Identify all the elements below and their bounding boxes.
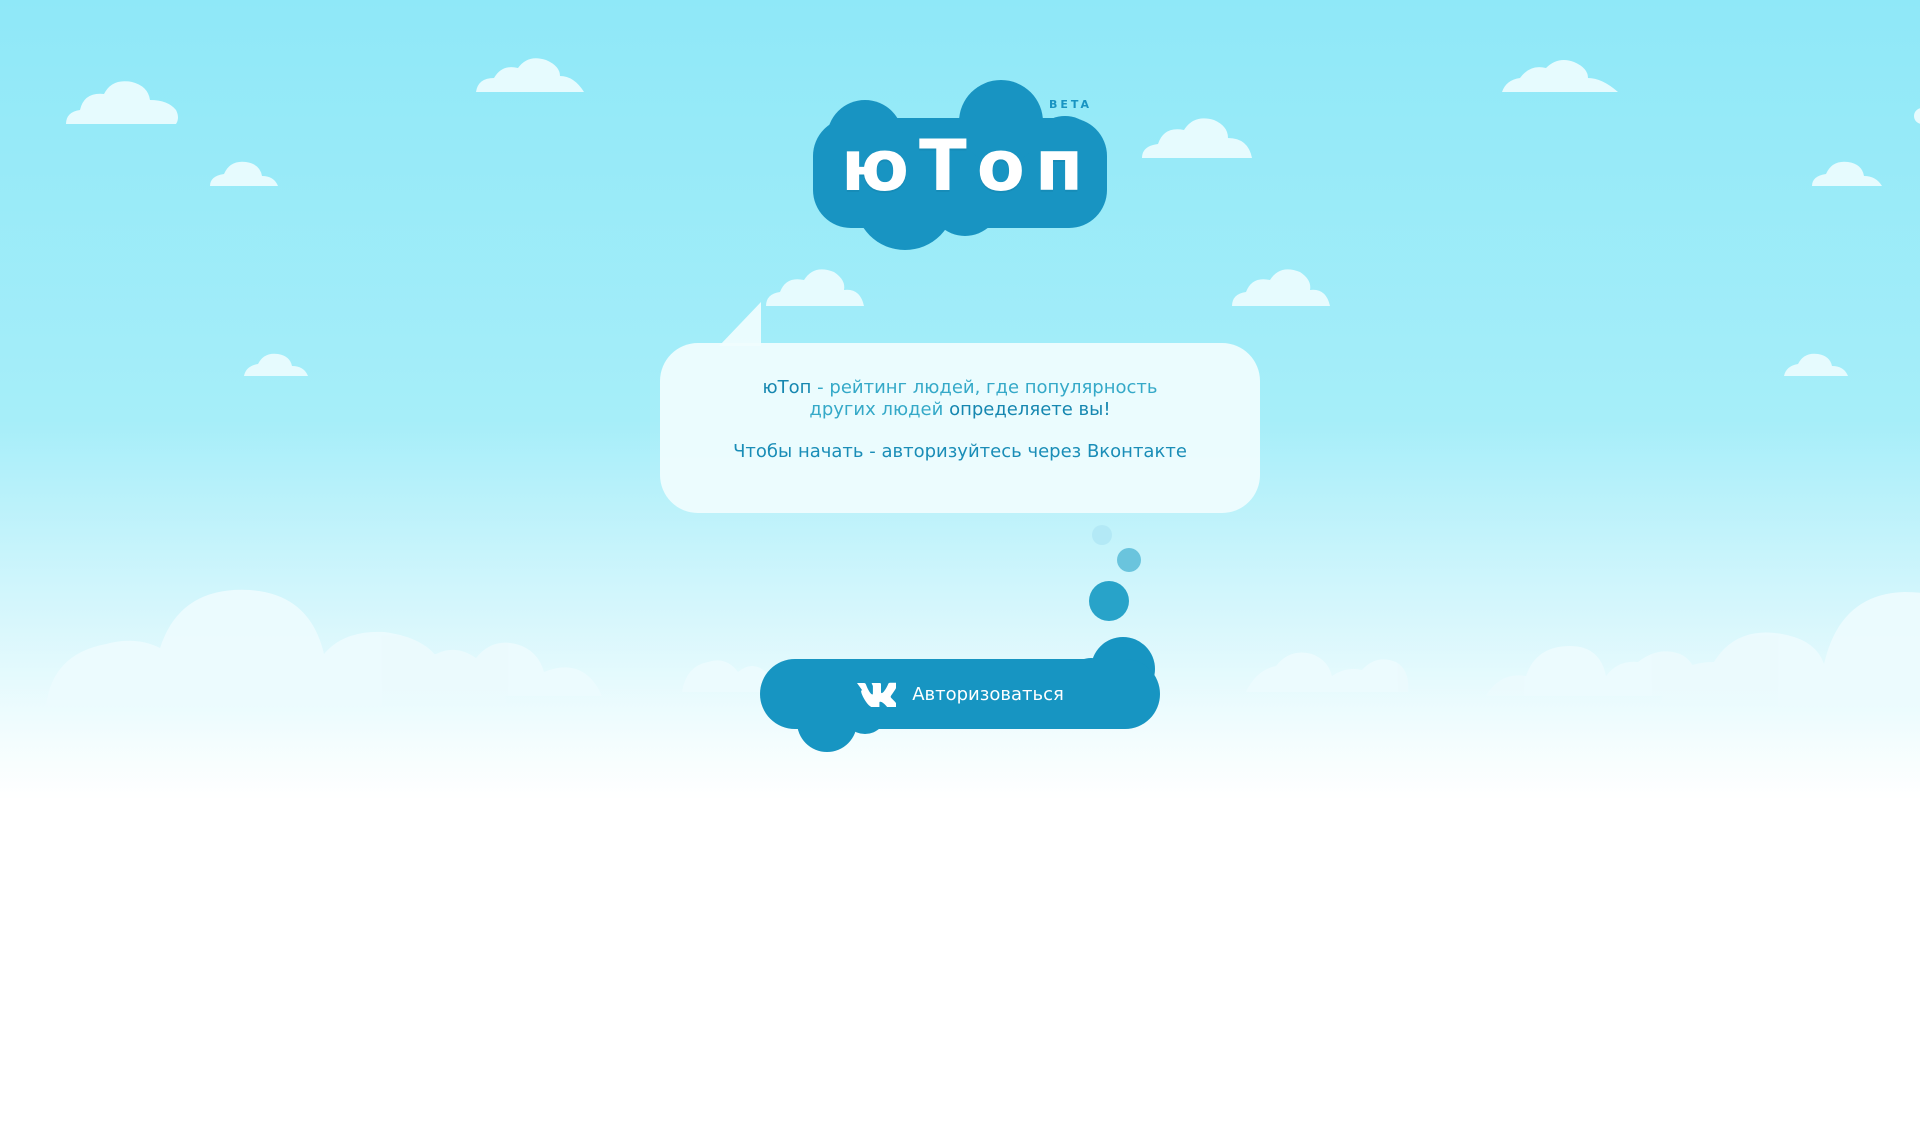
cloud: [476, 58, 584, 92]
auth-prompt-suffix: через Вконтакте: [1021, 441, 1187, 462]
cloud: [1142, 118, 1252, 158]
cloud: [1660, 592, 1920, 706]
intro-description: юТоп - рейтинг людей, где популярность д…: [740, 377, 1180, 421]
cloud: [766, 269, 864, 306]
vk-icon: [857, 682, 897, 707]
intro-bubble: юТоп - рейтинг людей, где популярность д…: [660, 343, 1260, 513]
auth-prompt: Чтобы начать - авторизуйтесь через Вконт…: [660, 441, 1260, 463]
cloud: [66, 81, 178, 124]
tagline-emphasis: определяете вы!: [949, 399, 1111, 420]
cloud: [1232, 269, 1330, 306]
auth-area: Авторизоваться: [755, 520, 1175, 760]
cloud: [1246, 652, 1409, 692]
brand-name: юТоп: [762, 377, 812, 398]
cloud: [244, 353, 308, 376]
cloud: [1502, 60, 1618, 92]
beta-badge: BETA: [1049, 98, 1093, 111]
vk-auth-button[interactable]: Авторизоваться: [760, 659, 1160, 729]
auth-prompt-prefix: Чтобы начать -: [733, 441, 882, 462]
cloud: [210, 161, 278, 186]
cloud: [1784, 353, 1848, 376]
logo: BETA юТоп: [805, 78, 1115, 258]
auth-prompt-link: авторизуйтесь: [881, 441, 1022, 462]
auth-button-label: Авторизоваться: [912, 683, 1064, 705]
logo-wordmark: юТоп: [841, 125, 1094, 207]
cloud: [1812, 161, 1882, 186]
page: BETA юТоп юТоп - рейтинг людей, где попу…: [0, 0, 1920, 1148]
bubble-tail: [719, 302, 761, 346]
